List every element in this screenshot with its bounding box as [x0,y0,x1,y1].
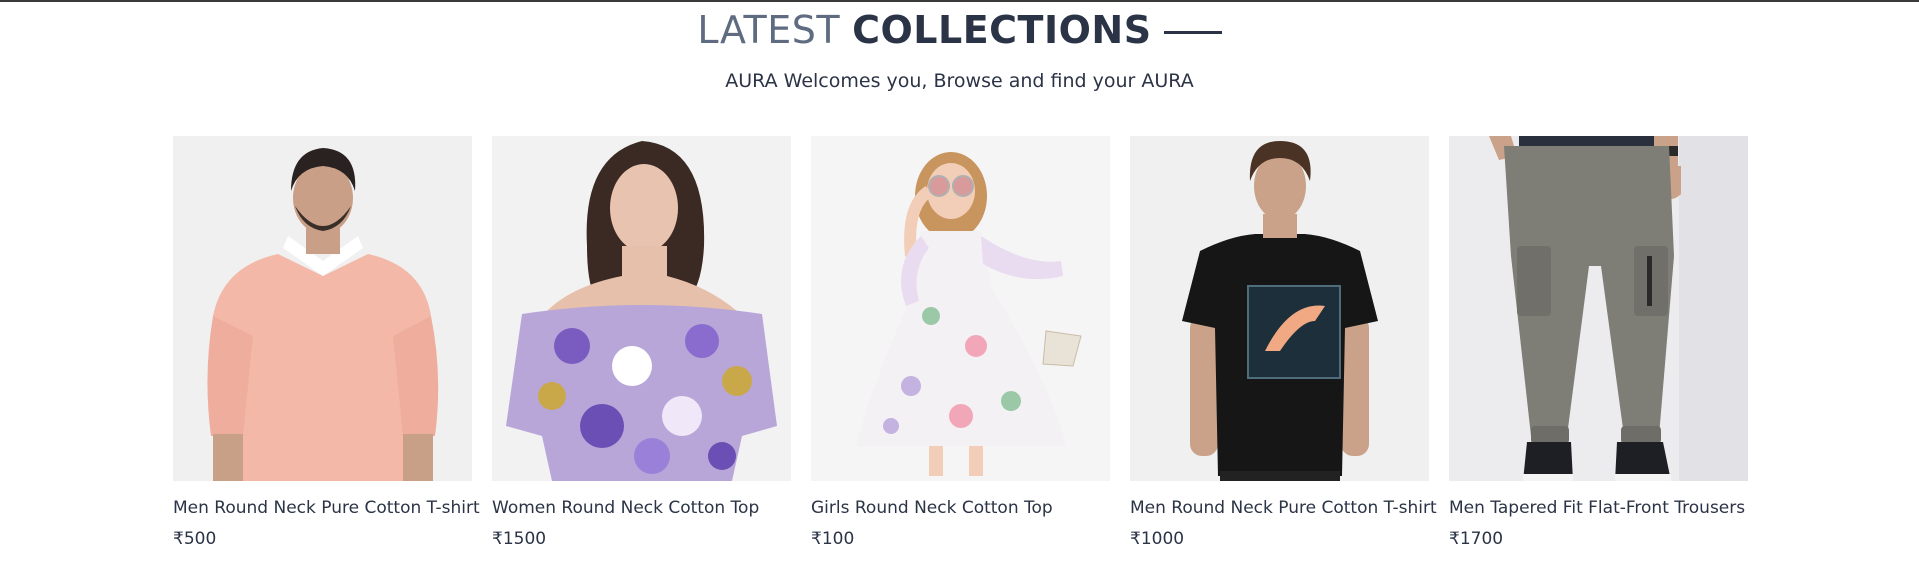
product-name[interactable]: Men Round Neck Pure Cotton T-shirt [173,498,480,518]
product-card[interactable]: Men Tapered Fit Flat-Front Trousers ₹170… [1449,136,1748,549]
man-black-graphic-tshirt-image [1130,136,1429,481]
product-name[interactable]: Girls Round Neck Cotton Top [811,498,1110,518]
grey-cargo-jogger-trousers-image [1449,136,1748,481]
man-pink-polo-shirt-image [173,136,472,481]
product-card[interactable]: Women Round Neck Cotton Top ₹1500 [492,136,791,549]
product-price: ₹1000 [1130,529,1185,549]
product-image[interactable] [811,136,1110,481]
title-bold: COLLECTIONS [852,8,1152,52]
girl-floral-dress-sunglasses-image [811,136,1110,481]
product-image[interactable] [173,136,472,481]
product-name[interactable]: Men Tapered Fit Flat-Front Trousers [1449,498,1748,518]
product-image[interactable] [492,136,791,481]
product-card[interactable]: Girls Round Neck Cotton Top ₹100 [811,136,1110,549]
product-image[interactable] [1130,136,1429,481]
product-price: ₹500 [173,529,217,549]
product-name[interactable]: Women Round Neck Cotton Top [492,498,791,518]
product-name[interactable]: Men Round Neck Pure Cotton T-shirt [1130,498,1437,518]
product-card[interactable]: Men Round Neck Pure Cotton T-shirt ₹1000 [1130,136,1437,549]
product-card[interactable]: Men Round Neck Pure Cotton T-shirt ₹500 [173,136,480,549]
title-dash-line [1163,30,1222,34]
woman-floral-off-shoulder-top-image [492,136,791,481]
section-title: LATEST COLLECTIONS [0,8,1919,52]
product-grid: Men Round Neck Pure Cotton T-shirt ₹500 [173,136,1748,549]
top-border [0,0,1919,2]
section-subtitle: AURA Welcomes you, Browse and find your … [725,70,1194,92]
product-price: ₹100 [811,529,855,549]
title-light: LATEST [697,8,841,52]
product-price: ₹1700 [1449,529,1504,549]
product-price: ₹1500 [492,529,547,549]
product-image[interactable] [1449,136,1748,481]
